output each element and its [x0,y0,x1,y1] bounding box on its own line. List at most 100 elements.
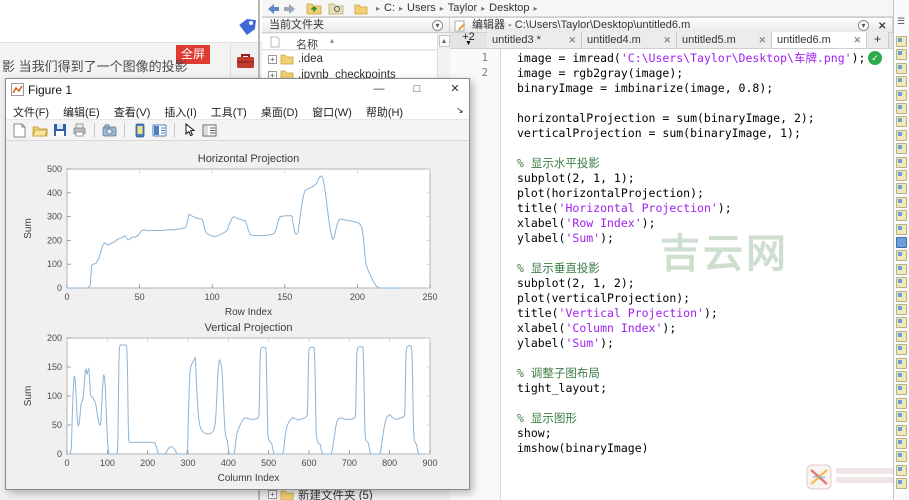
maximize-button[interactable]: □ [402,79,432,100]
strip-icon[interactable] [896,478,907,490]
layout-panel-icon[interactable] [151,122,168,139]
expand-icon[interactable]: + [268,54,277,64]
editor-menu-icon[interactable]: ▾ [858,20,869,31]
tab-close-icon[interactable]: ✕ [663,35,671,46]
strip-icon[interactable] [896,49,907,61]
strip-icon[interactable] [896,330,907,342]
code-line[interactable]: verticalProjection = sum(binaryImage, 1)… [450,126,893,141]
mobile-view-icon[interactable] [131,122,148,139]
name-column-header[interactable]: 名称 ▴ [262,34,437,51]
strip-icon[interactable] [896,424,907,436]
strip-icon[interactable] [896,129,907,141]
code-line[interactable] [450,96,893,111]
strip-icon[interactable] [896,277,907,289]
tab-overflow-button[interactable]: +2 ▼ [450,32,487,48]
strip-icon[interactable] [896,304,907,315]
svg-text:400: 400 [221,458,236,468]
cursor-arrow-icon[interactable] [181,122,198,139]
editor-tab[interactable]: untitled3 * ✕ [487,32,582,48]
strip-icon[interactable] [896,210,907,222]
code-line[interactable]: imshow(binaryImage) [450,441,893,456]
code-line[interactable]: show; [450,426,893,441]
open-file-icon[interactable] [31,122,48,139]
breadcrumb-item[interactable]: Desktop [489,2,529,14]
code-line[interactable]: xlabel('Column Index'); [450,321,893,336]
code-line[interactable]: 2 image = rgb2gray(image); [450,66,893,81]
code-analyzer-ok-icon[interactable]: ✓ [868,51,882,65]
print-icon[interactable] [71,122,88,139]
strip-icon[interactable] [896,237,907,248]
scroll-up-icon[interactable]: ▲ [438,35,450,47]
strip-icon[interactable] [896,411,907,423]
save-icon[interactable] [51,122,68,139]
code-line[interactable]: subplot(2, 1, 1); [450,171,893,186]
toolbox-icon[interactable] [236,52,255,74]
strip-icon[interactable] [896,143,907,155]
svg-text:200: 200 [350,292,365,302]
strip-icon[interactable] [896,263,907,275]
strip-icon[interactable] [896,317,907,329]
strip-icon[interactable] [896,344,907,356]
tag-icon[interactable] [236,16,258,43]
breadcrumb-item[interactable]: Users [407,2,436,14]
strip-icon[interactable] [896,76,907,88]
panel-menu-icon[interactable]: ▾ [432,20,443,31]
strip-menu-icon[interactable]: ☰ [897,16,905,27]
code-line[interactable]: % 显示图形 [450,411,893,426]
strip-icon[interactable] [896,116,907,128]
breadcrumb-item[interactable]: C: [384,2,395,14]
tab-close-icon[interactable]: ✕ [758,35,766,46]
tab-close-icon[interactable]: ✕ [568,35,576,46]
breadcrumb[interactable]: ▸ C: ▸ Users ▸ Taylor ▸ Desktop ▸ [372,2,542,14]
strip-icon[interactable] [896,223,907,235]
strip-icon[interactable] [896,290,907,302]
code-line[interactable] [450,351,893,366]
file-row[interactable]: + .idea [262,51,437,67]
minimize-button[interactable]: — [364,79,394,100]
expand-icon[interactable]: + [268,490,277,499]
code-line[interactable]: title('Vertical Projection'); [450,306,893,321]
strip-icon[interactable] [896,397,907,409]
code-line[interactable]: plot(verticalProjection); [450,291,893,306]
strip-icon[interactable] [896,170,907,181]
strip-icon[interactable] [896,357,907,369]
menu-overflow-icon[interactable]: ↘ [456,105,464,116]
screenshot-root: 全屏 影 当我们得到了一个图像的投影 ▸ C: ▸ Users ▸ Taylor… [0,0,909,500]
breadcrumb-item[interactable]: Taylor [448,2,477,14]
strip-icon[interactable] [896,464,907,476]
strip-icon[interactable] [896,89,907,101]
strip-icon[interactable] [896,371,907,382]
new-tab-button[interactable]: + [867,32,889,48]
code-line[interactable]: % 调整子图布局 [450,366,893,381]
close-button[interactable]: ✕ [440,79,470,100]
strip-icon[interactable] [896,36,907,47]
code-line[interactable] [450,141,893,156]
strip-icon[interactable] [896,384,907,396]
editor-tab[interactable]: untitled4.m ✕ [582,32,677,48]
strip-icon[interactable] [896,196,907,208]
code-line[interactable]: tight_layout; [450,381,893,396]
file-row-partial[interactable]: + 新建文件夹 (5) [262,489,450,500]
strip-icon[interactable] [896,156,907,168]
code-line[interactable]: binaryImage = imbinarize(image, 0.8); [450,81,893,96]
strip-icon[interactable] [896,103,907,114]
code-line[interactable] [450,396,893,411]
code-line[interactable]: plot(horizontalProjection); [450,186,893,201]
strip-icon[interactable] [896,62,907,74]
code-line[interactable]: horizontalProjection = sum(binaryImage, … [450,111,893,126]
tab-close-icon[interactable]: ✕ [853,35,861,46]
code-line[interactable]: title('Horizontal Projection'); [450,201,893,216]
editor-tab[interactable]: untitled6.m ✕ [772,32,867,48]
figure-titlebar[interactable]: Figure 1 — □ ✕ [6,79,469,101]
new-figure-icon[interactable] [11,122,28,139]
legend-panel-icon[interactable] [201,122,218,139]
code-line[interactable]: 1 image = imread('C:\Users\Taylor\Desktop… [450,51,893,66]
strip-icon[interactable] [896,438,907,449]
strip-icon[interactable] [896,183,907,195]
code-line[interactable]: ylabel('Sum'); [450,336,893,351]
strip-icon[interactable] [896,250,907,262]
strip-icon[interactable] [896,451,907,463]
editor-tab[interactable]: untitled5.m ✕ [677,32,772,48]
copy-view-icon[interactable] [101,122,118,139]
code-line[interactable]: % 显示水平投影 [450,156,893,171]
